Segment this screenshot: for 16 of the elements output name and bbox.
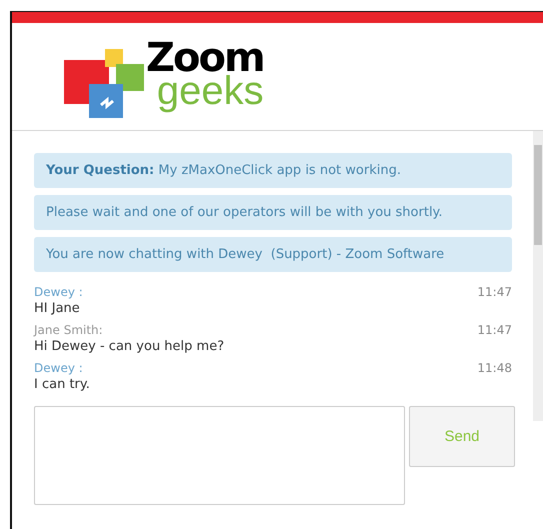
sender-name: Jane Smith: — [34, 322, 103, 338]
message-time: 11:47 — [477, 322, 512, 338]
message-time: 11:48 — [477, 360, 512, 376]
message-input[interactable] — [34, 406, 405, 505]
system-notice: You are now chatting with Dewey (Support) - Zoom Software — [34, 237, 512, 272]
sender-name: Dewey : — [34, 360, 83, 376]
message-text: HI Jane — [34, 301, 80, 316]
message-time: 11:47 — [477, 284, 512, 300]
system-notice: Please wait and one of our operators will be with you shortly. — [34, 195, 512, 230]
scrollbar[interactable] — [533, 131, 543, 421]
logo-squares-icon — [64, 49, 144, 119]
sender-name: Dewey : — [34, 284, 83, 300]
send-button[interactable]: Send — [409, 406, 515, 467]
message-text: I can try. — [34, 377, 90, 392]
system-notice: Your Question: My zMaxOneClick app is not working. — [34, 153, 512, 188]
message-text: Hi Dewey - can you help me? — [34, 339, 224, 354]
